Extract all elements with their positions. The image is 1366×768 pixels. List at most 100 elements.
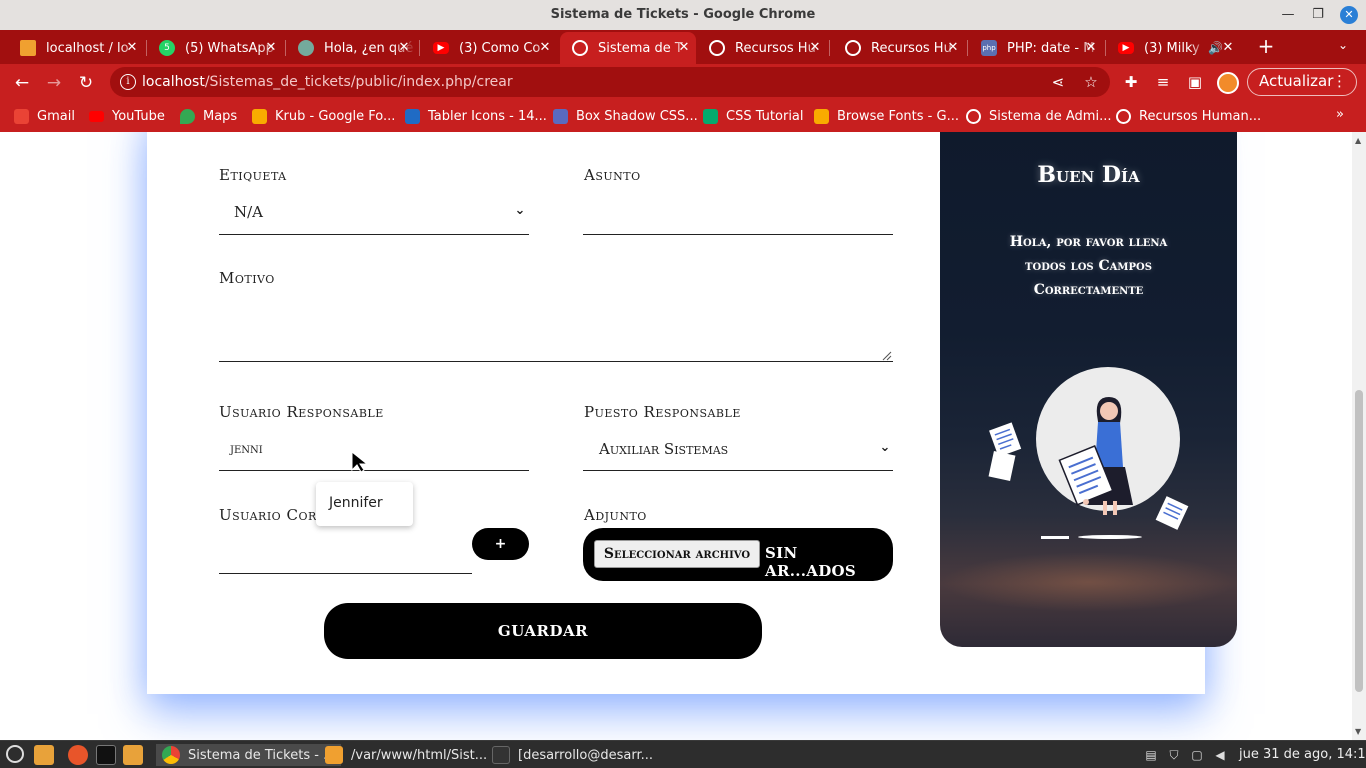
- profile-avatar[interactable]: [1217, 72, 1239, 94]
- bookmark-krub[interactable]: Krub - Google Fo...: [252, 107, 395, 125]
- youtube-icon: ▶: [433, 42, 449, 54]
- menu-icon[interactable]: ⋮: [1332, 69, 1347, 94]
- side-panel-icon[interactable]: ▣: [1185, 72, 1205, 92]
- bookmark-label: Browse Fonts - G...: [837, 108, 959, 124]
- page-scrollbar[interactable]: ▲ ▼: [1352, 132, 1366, 740]
- scroll-down-icon[interactable]: ▼: [1355, 727, 1361, 736]
- tab-search-icon[interactable]: ⌄: [1334, 38, 1352, 56]
- clipboard-tray-icon[interactable]: ▤: [1143, 747, 1159, 763]
- bookmarks-bar: Gmail YouTube Maps Krub - Google Fo... T…: [0, 100, 1366, 132]
- taskbar-chrome-window[interactable]: Sistema de Tickets - ...: [156, 744, 342, 766]
- back-button[interactable]: ←: [11, 72, 33, 94]
- bookmark-youtube[interactable]: YouTube: [89, 107, 165, 125]
- bookmark-label: Maps: [203, 108, 238, 124]
- chevron-down-icon[interactable]: ⌄: [514, 204, 526, 217]
- chrome-icon: [162, 746, 180, 764]
- browser-tab[interactable]: ▶ (3) Como Co ✕: [421, 32, 557, 64]
- taskbar-clock[interactable]: jue 31 de ago, 14:19: [1239, 747, 1366, 762]
- reload-button[interactable]: ↻: [75, 72, 97, 94]
- puesto-responsable-select-value[interactable]: Auxiliar Sistemas: [599, 440, 728, 458]
- new-tab-button[interactable]: +: [1256, 36, 1276, 56]
- scrollbar-thumb[interactable]: [1355, 390, 1363, 692]
- usuario-responsable-input[interactable]: jenni: [230, 441, 263, 457]
- tab-close-icon[interactable]: ✕: [396, 40, 412, 56]
- address-bar[interactable]: i localhost/Sistemas_de_tickets/public/i…: [110, 67, 1110, 97]
- asunto-input[interactable]: [583, 234, 893, 235]
- tab-close-icon[interactable]: ✕: [1220, 40, 1236, 56]
- bookmark-star-icon[interactable]: ☆: [1082, 73, 1100, 91]
- bookmark-recursos-humanos[interactable]: Recursos Human...: [1116, 107, 1261, 125]
- chevron-down-icon[interactable]: ⌄: [879, 441, 891, 454]
- resize-grip-icon[interactable]: [882, 351, 892, 361]
- bookmark-css-tutorial[interactable]: CSS Tutorial: [703, 107, 804, 125]
- bookmark-browse-fonts[interactable]: Browse Fonts - G...: [814, 107, 959, 125]
- taskbar-terminal-window[interactable]: [desarrollo@desarr...: [492, 744, 653, 766]
- url-host: localhost: [142, 74, 205, 90]
- bookmark-gmail[interactable]: Gmail: [14, 107, 75, 125]
- folder-launcher-icon[interactable]: [123, 745, 143, 765]
- bookmark-label: CSS Tutorial: [726, 108, 804, 124]
- maximize-button[interactable]: ❐: [1309, 6, 1327, 24]
- share-icon[interactable]: ⋖: [1049, 73, 1067, 91]
- terminal-launcher-icon[interactable]: [96, 745, 116, 765]
- usuario-correo-input[interactable]: [219, 573, 472, 574]
- add-user-button[interactable]: +: [472, 528, 529, 560]
- adjunto-label: Adjunto: [584, 506, 647, 524]
- bookmarks-overflow-icon[interactable]: »: [1336, 107, 1344, 122]
- bookmark-sistema-admin[interactable]: Sistema de Admi...: [966, 107, 1111, 125]
- bookmark-tabler-icons[interactable]: Tabler Icons - 14...: [405, 107, 547, 125]
- bookmark-label: YouTube: [112, 108, 165, 124]
- files-launcher-icon[interactable]: [34, 745, 54, 765]
- autocomplete-suggestion[interactable]: Jennifer: [316, 482, 413, 526]
- tab-separator: [419, 40, 420, 56]
- tab-close-icon[interactable]: ✕: [676, 40, 692, 56]
- tab-close-icon[interactable]: ✕: [124, 40, 140, 56]
- globe-icon: [572, 40, 588, 56]
- firefox-launcher-icon[interactable]: [68, 745, 88, 765]
- file-input[interactable]: Seleccionar archivo SIN AR...ADOS: [583, 528, 893, 581]
- gmail-icon: [14, 108, 29, 124]
- minimize-button[interactable]: —: [1279, 6, 1297, 24]
- url-text[interactable]: localhost/Sistemas_de_tickets/public/ind…: [142, 74, 513, 90]
- volume-tray-icon[interactable]: ◀: [1212, 747, 1228, 763]
- tab-close-icon[interactable]: ✕: [1083, 40, 1099, 56]
- usuario-responsable-label: Usuario Responsable: [219, 403, 384, 421]
- google-fonts-icon: [814, 108, 829, 124]
- shield-tray-icon[interactable]: ⛉: [1166, 747, 1182, 763]
- browser-tab-active[interactable]: Sistema de T ✕: [560, 32, 696, 64]
- tab-strip: localhost / lo ✕ 5 (5) WhatsApp ✕ Hola, …: [0, 30, 1366, 64]
- browser-tab[interactable]: 5 (5) WhatsApp ✕: [147, 32, 283, 64]
- browser-tab[interactable]: Recursos Hu ✕: [833, 32, 965, 64]
- bookmark-label: Recursos Human...: [1139, 108, 1262, 124]
- puesto-responsable-underline: [583, 470, 893, 471]
- etiqueta-select-value[interactable]: N/A: [234, 203, 263, 221]
- browser-tab[interactable]: Recursos Hu ✕: [697, 32, 827, 64]
- network-tray-icon[interactable]: ▢: [1189, 747, 1205, 763]
- tab-close-icon[interactable]: ✕: [537, 40, 553, 56]
- browser-tab[interactable]: ▶ (3) Milky 🔊 ✕: [1106, 32, 1240, 64]
- browser-tab[interactable]: php PHP: date - M ✕: [969, 32, 1103, 64]
- tab-close-icon[interactable]: ✕: [263, 40, 279, 56]
- media-controls-icon[interactable]: ≡: [1153, 72, 1173, 92]
- taskbar-sublime-window[interactable]: /var/www/html/Sist...: [325, 744, 487, 766]
- mint-menu-icon[interactable]: [6, 745, 24, 763]
- site-info-icon[interactable]: i: [120, 74, 136, 90]
- close-window-button[interactable]: ✕: [1340, 6, 1358, 24]
- tab-close-icon[interactable]: ✕: [807, 40, 823, 56]
- browser-tab[interactable]: Hola, ¿en qué ✕: [286, 32, 416, 64]
- browser-tab[interactable]: localhost / lo ✕: [8, 32, 144, 64]
- bookmark-box-shadow[interactable]: Box Shadow CSS...: [553, 107, 698, 125]
- sublime-text-icon: [325, 746, 343, 764]
- tab-close-icon[interactable]: ✕: [945, 40, 961, 56]
- select-file-button[interactable]: Seleccionar archivo: [594, 540, 760, 568]
- update-button[interactable]: Actualizar ⋮: [1247, 68, 1357, 96]
- save-button[interactable]: GUARDAR: [324, 603, 762, 659]
- forward-button[interactable]: →: [43, 72, 65, 94]
- phpmyadmin-icon: [20, 40, 36, 56]
- etiqueta-underline: [219, 234, 529, 235]
- scroll-up-icon[interactable]: ▲: [1355, 136, 1361, 145]
- woman-with-documents-illustration: [988, 367, 1189, 539]
- bookmark-maps[interactable]: Maps: [180, 107, 237, 125]
- extensions-icon[interactable]: ✚: [1121, 72, 1141, 92]
- motivo-textarea[interactable]: [219, 361, 893, 362]
